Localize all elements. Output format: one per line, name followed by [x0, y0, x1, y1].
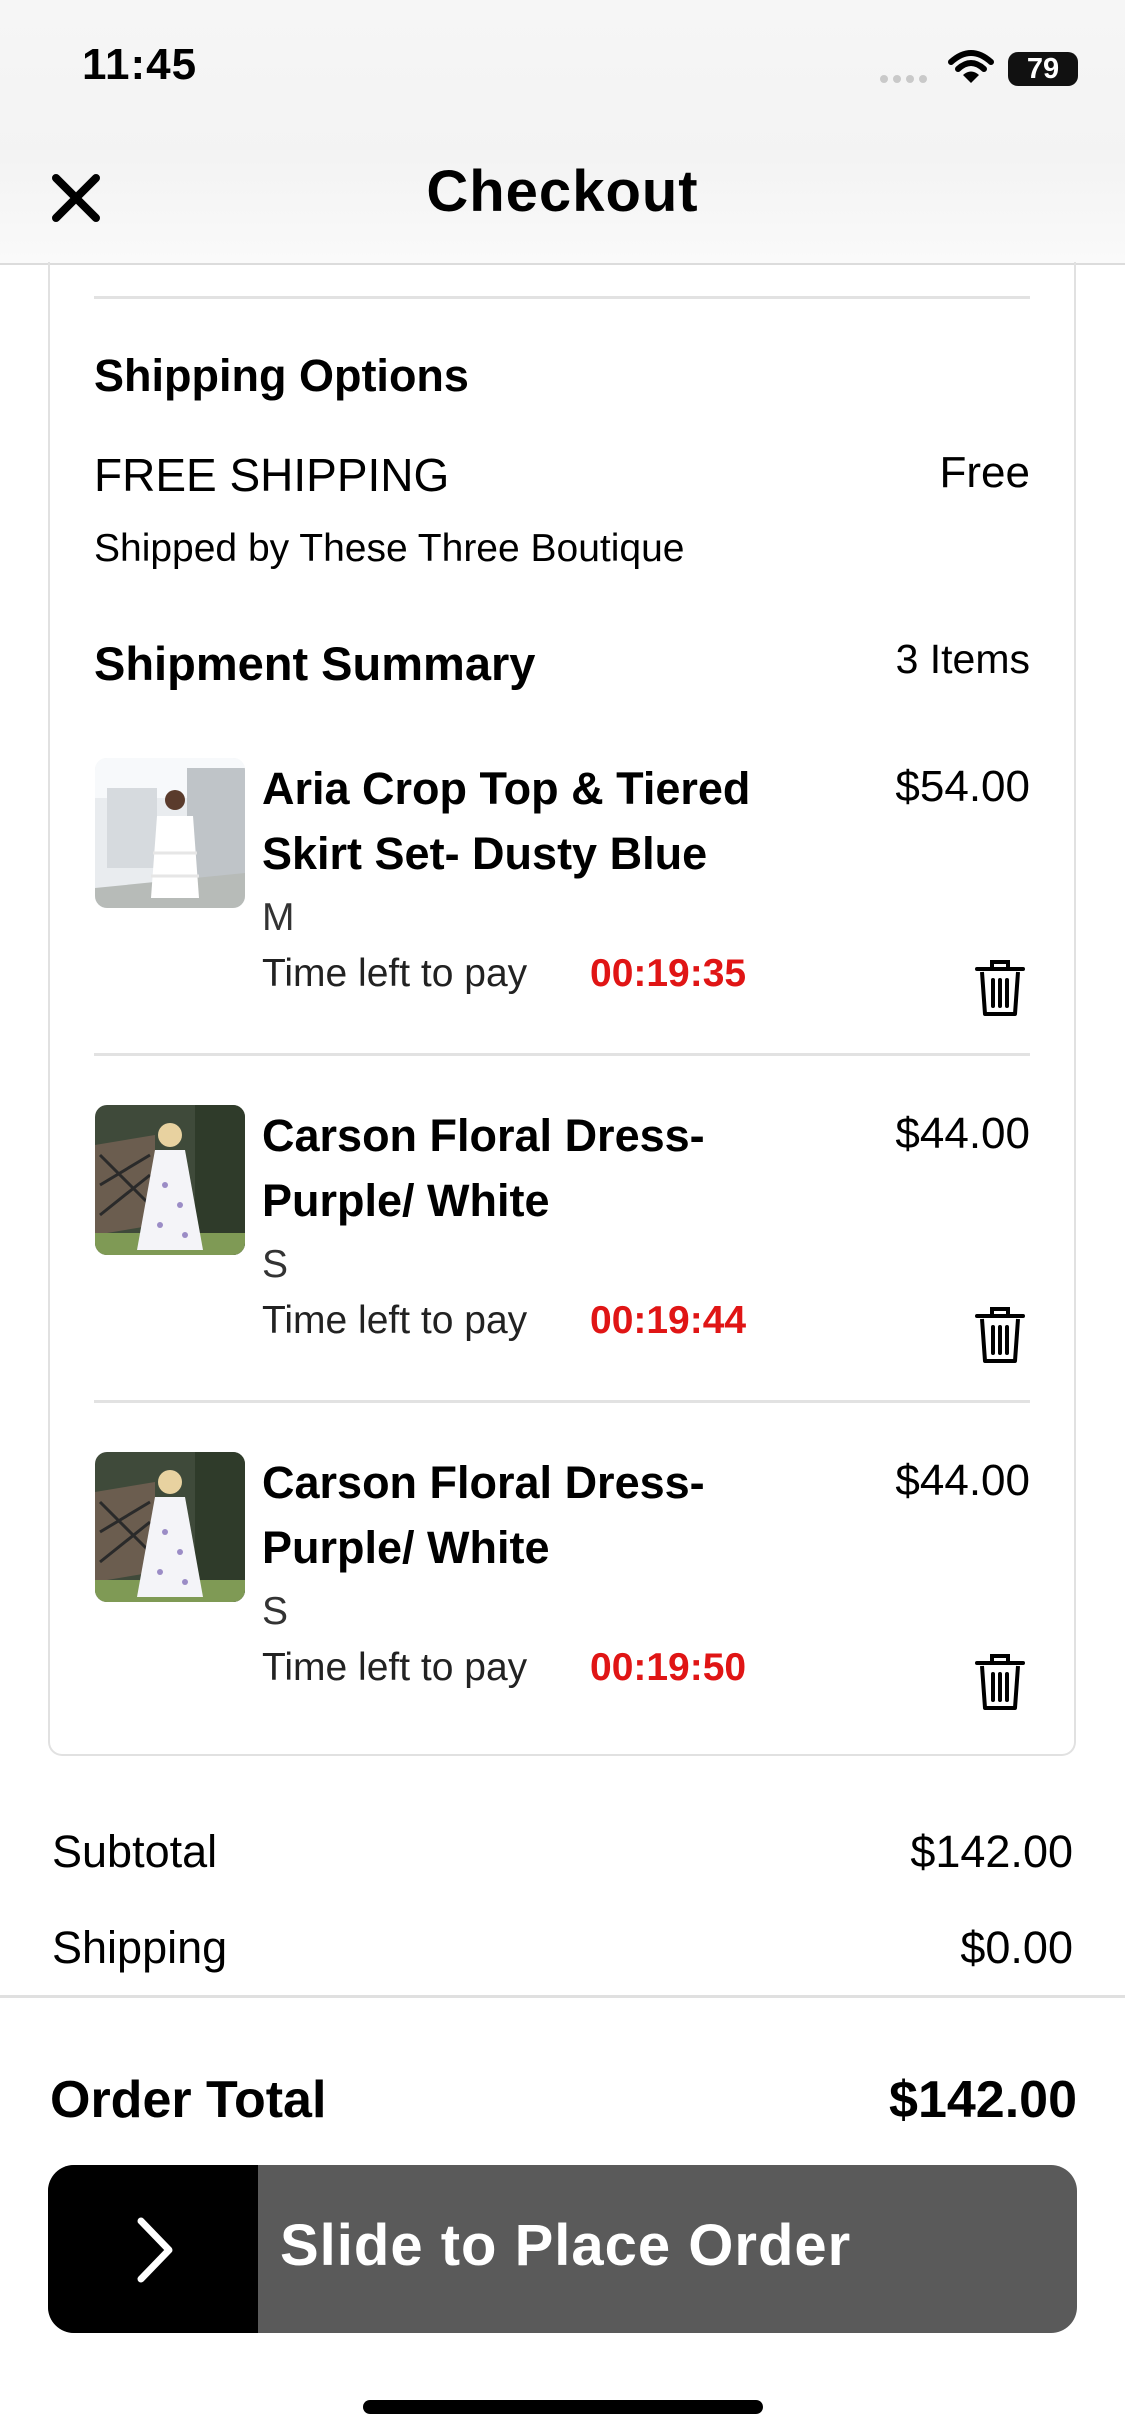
subtotal-label: Subtotal: [52, 1826, 218, 1877]
product-name[interactable]: Carson Floral Dress- Purple/ White: [262, 1103, 822, 1233]
time-left-label: Time left to pay: [262, 1299, 528, 1342]
shipping-option-name[interactable]: FREE SHIPPING: [94, 448, 449, 502]
footer-divider: [0, 1995, 1125, 1998]
subtotal-value: $142.00: [910, 1826, 1073, 1877]
divider: [94, 1053, 1030, 1056]
payment-timer: 00:19:44: [590, 1299, 747, 1342]
product-price: $54.00: [895, 762, 1030, 811]
product-price: $44.00: [895, 1109, 1030, 1158]
slider-label: Slide to Place Order: [280, 2213, 852, 2278]
product-price: $44.00: [895, 1456, 1030, 1505]
order-total-label: Order Total: [50, 2071, 327, 2129]
battery-indicator: 79: [1008, 52, 1078, 86]
product-name[interactable]: Aria Crop Top & Tiered Skirt Set- Dusty …: [262, 756, 822, 886]
delete-item-button[interactable]: [973, 1305, 1027, 1365]
shipping-option-price: Free: [939, 448, 1030, 497]
product-thumbnail[interactable]: [95, 758, 245, 908]
shipment-summary-title: Shipment Summary: [94, 637, 536, 690]
item-count: 3 Items: [895, 636, 1030, 682]
wifi-icon: [948, 48, 994, 91]
shipping-value: $0.00: [960, 1922, 1073, 1973]
delete-item-button[interactable]: [973, 1652, 1027, 1712]
shipping-options-title: Shipping Options: [94, 350, 469, 401]
shipped-by-text: Shipped by These Three Boutique: [94, 527, 685, 570]
trash-icon: [975, 960, 1025, 1016]
payment-timer: 00:19:35: [590, 952, 747, 995]
product-size: S: [262, 1243, 289, 1286]
payment-timer: 00:19:50: [590, 1646, 747, 1689]
order-total-value: $142.00: [889, 2071, 1077, 2129]
home-indicator[interactable]: [363, 2400, 763, 2414]
page-title: Checkout: [426, 159, 699, 224]
status-time: 11:45: [82, 40, 198, 89]
time-left-label: Time left to pay: [262, 952, 528, 995]
product-thumbnail[interactable]: [95, 1452, 245, 1602]
product-size: M: [262, 896, 295, 939]
divider: [94, 1400, 1030, 1403]
trash-icon: [975, 1654, 1025, 1710]
product-name[interactable]: Carson Floral Dress- Purple/ White: [262, 1450, 822, 1580]
product-thumbnail[interactable]: [95, 1105, 245, 1255]
shipping-label: Shipping: [52, 1922, 228, 1973]
divider: [94, 296, 1030, 299]
place-order-slider[interactable]: Slide to Place Order: [48, 2165, 1077, 2333]
chevron-right-icon: [137, 2217, 173, 2283]
trash-icon: [975, 1307, 1025, 1363]
time-left-label: Time left to pay: [262, 1646, 528, 1689]
delete-item-button[interactable]: [973, 958, 1027, 1018]
slider-handle[interactable]: [48, 2165, 258, 2333]
signal-icon: [880, 70, 932, 88]
product-size: S: [262, 1590, 289, 1633]
